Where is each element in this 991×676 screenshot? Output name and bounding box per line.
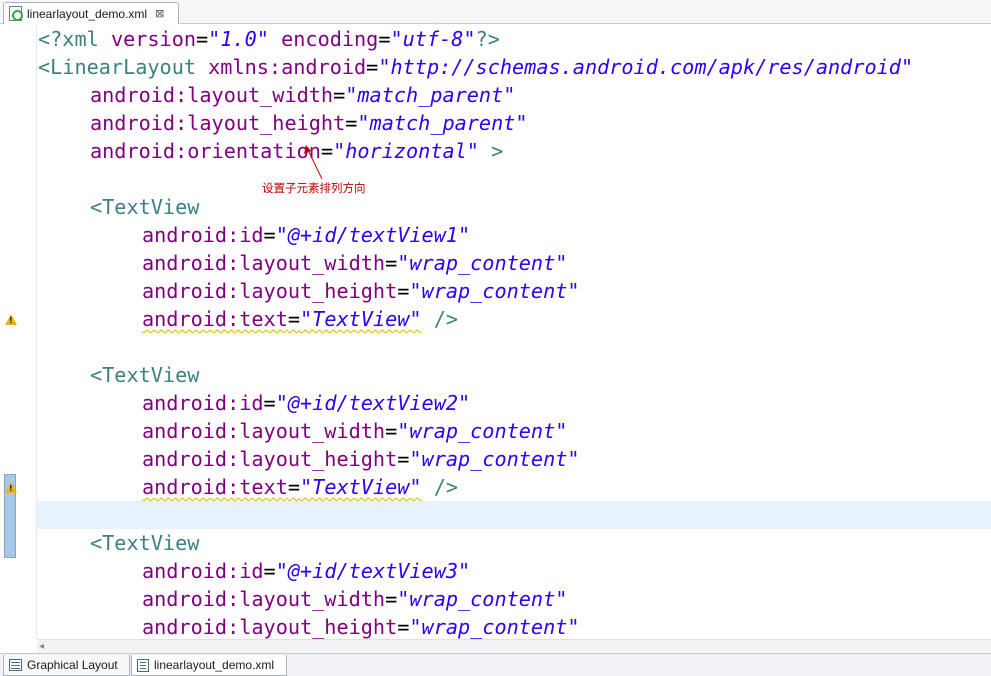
tag-close: >	[478, 139, 504, 163]
tab-label: linearlayout_demo.xml	[154, 658, 275, 672]
code-line-textview1-id: android:id="@+id/textView1"	[142, 221, 470, 249]
code-line-textview3-open: <TextView	[90, 529, 199, 557]
equals: =	[385, 587, 398, 611]
close-icon[interactable]: ⊠	[155, 8, 164, 19]
equals: =	[263, 223, 276, 247]
attr-id: android:id	[142, 391, 264, 415]
tag-textview: <TextView	[90, 531, 200, 555]
value-text: "TextView"	[300, 307, 422, 331]
value-layout-width: "wrap_content"	[397, 419, 568, 443]
value-layout-width: "wrap_content"	[397, 251, 568, 275]
equals: =	[397, 447, 410, 471]
code-line-textview3-id: android:id="@+id/textView3"	[142, 557, 470, 585]
annotation-text: 设置子元素排列方向	[262, 181, 366, 195]
equals: =	[263, 559, 276, 583]
value-id: "@+id/textView3"	[275, 559, 471, 583]
value-layout-height: "wrap_content"	[409, 615, 580, 639]
code-line-textview1-width: android:layout_width="wrap_content"	[142, 249, 567, 277]
value-id: "@+id/textView2"	[275, 391, 471, 415]
value-layout-height: "wrap_content"	[409, 279, 580, 303]
tab-graphical-layout[interactable]: Graphical Layout	[3, 655, 130, 676]
editor-tab-bar: linearlayout_demo.xml ⊠	[0, 0, 991, 24]
equals: =	[397, 615, 410, 639]
equals: =	[397, 279, 410, 303]
equals: =	[385, 419, 398, 443]
attr-id: android:id	[142, 559, 264, 583]
value-id: "@+id/textView1"	[275, 223, 471, 247]
equals: =	[263, 391, 276, 415]
attr-text: android:text	[142, 307, 288, 331]
code-line-textview2-text: android:text="TextView" />	[142, 473, 458, 501]
code-line-textview3-height: android:layout_height="wrap_content"	[142, 613, 580, 639]
warning-icon[interactable]	[5, 314, 17, 325]
code-line-textview2-open: <TextView	[90, 361, 199, 389]
tab-label: Graphical Layout	[27, 658, 118, 672]
attr-text: android:text	[142, 475, 288, 499]
attr-id: android:id	[142, 223, 264, 247]
xml-editor[interactable]: <?xml version="1.0" encoding="utf-8"?> <…	[0, 25, 991, 639]
value-layout-width: "wrap_content"	[397, 587, 568, 611]
attr-layout-height: android:layout_height	[142, 615, 398, 639]
value-layout-height: "wrap_content"	[409, 447, 580, 471]
horizontal-scrollbar[interactable]: ◂	[37, 639, 991, 653]
attr-layout-width: android:layout_width	[142, 419, 386, 443]
equals: =	[287, 307, 301, 331]
equals: =	[385, 251, 398, 275]
tag-textview: <TextView	[90, 363, 200, 387]
attr-layout-height: android:layout_height	[142, 447, 398, 471]
editor-page-tabs: Graphical Layout linearlayout_demo.xml	[0, 653, 991, 676]
xml-source-icon	[137, 658, 149, 672]
code-line-textview1-height: android:layout_height="wrap_content"	[142, 277, 580, 305]
code-line-textview1-text: android:text="TextView" />	[142, 305, 458, 333]
graphical-layout-icon	[9, 659, 22, 671]
code-line-textview3-width: android:layout_width="wrap_content"	[142, 585, 567, 613]
value-encoding: "utf-8"	[390, 27, 476, 51]
value-xmlns: "http://schemas.android.com/apk/res/andr…	[378, 55, 914, 79]
code-line-textview2-id: android:id="@+id/textView2"	[142, 389, 470, 417]
attr-layout-height: android:layout_height	[142, 279, 398, 303]
code-line-textview2-height: android:layout_height="wrap_content"	[142, 445, 580, 473]
equals: =	[287, 475, 301, 499]
warning-icon[interactable]	[5, 482, 17, 493]
editor-tab-linearlayout-demo[interactable]: linearlayout_demo.xml ⊠	[3, 2, 179, 24]
xml-file-icon	[9, 6, 23, 21]
tag-self-close: />	[421, 307, 459, 331]
xml-declaration-close: ?>	[475, 27, 500, 51]
attr-layout-width: android:layout_width	[142, 587, 386, 611]
scroll-left-icon[interactable]: ◂	[39, 640, 44, 654]
attr-layout-width: android:layout_width	[142, 251, 386, 275]
code-line-textview2-width: android:layout_width="wrap_content"	[142, 417, 567, 445]
tab-xml-source[interactable]: linearlayout_demo.xml	[131, 655, 287, 676]
current-line-highlight	[37, 501, 991, 529]
value-text: "TextView"	[300, 475, 422, 499]
tag-self-close: />	[421, 475, 459, 499]
editor-tab-label: linearlayout_demo.xml	[27, 6, 148, 21]
